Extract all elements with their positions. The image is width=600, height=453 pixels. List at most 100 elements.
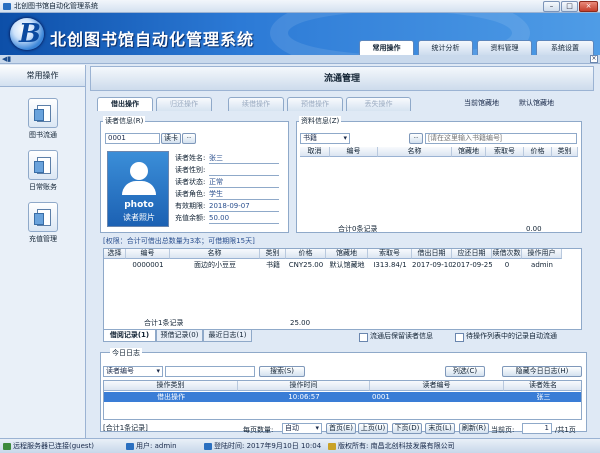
col-header[interactable]: 价格 <box>286 249 326 259</box>
server-status: 远程服务器已连接(guest) <box>3 439 94 453</box>
col-header[interactable]: 名称 <box>378 147 452 157</box>
page-size-select[interactable]: 自动 ▾ <box>282 423 322 434</box>
col-header[interactable]: 操作时间 <box>238 381 370 391</box>
person-body <box>122 181 156 195</box>
info-icon <box>328 442 336 450</box>
col-header[interactable]: 操作类别 <box>104 381 238 391</box>
tab-recent-log[interactable]: 最近日志(1) <box>203 330 252 342</box>
total-pages: /共1页 <box>555 426 576 434</box>
maximize-button[interactable]: □ <box>561 1 578 12</box>
col-header[interactable]: 操作用户 <box>522 249 562 259</box>
server-icon <box>3 442 11 450</box>
auto-circulate-checkbox[interactable]: 待操作列表中的记录自动流通 <box>455 332 557 342</box>
app-icon <box>3 3 11 10</box>
tab-return[interactable]: 归还操作 <box>156 97 212 111</box>
search-button[interactable]: 搜索(S) <box>259 366 305 377</box>
reader-balance-row: 充值余额: 50.00 <box>175 213 279 224</box>
col-header[interactable]: 编号 <box>126 249 170 259</box>
col-header[interactable]: 选择 <box>104 249 126 259</box>
book-number-input[interactable] <box>425 133 577 144</box>
recharge-icon <box>28 202 58 232</box>
col-header[interactable]: 借出日期 <box>412 249 452 259</box>
borrow-permission-note: [权限：合计可借出总数量为3本；可借期限15天] <box>103 237 255 245</box>
col-header[interactable]: 续借次数 <box>492 249 522 259</box>
close-panel-icon[interactable]: × <box>590 55 598 63</box>
first-page-button[interactable]: 首页(E) <box>326 423 356 434</box>
user-icon <box>126 442 134 450</box>
next-page-button[interactable]: 下页(D) <box>392 423 422 434</box>
tab-reserve[interactable]: 预借操作 <box>287 97 343 111</box>
col-header[interactable]: 名称 <box>170 249 260 259</box>
photo-subtext: 读者照片 <box>123 213 155 222</box>
dropdown-arrow-icon: ▾ <box>315 424 319 432</box>
col-header[interactable]: 应还日期 <box>452 249 492 259</box>
card-read-button[interactable]: 读卡 <box>161 133 181 144</box>
last-page-button[interactable]: 末页(L) <box>425 423 455 434</box>
user-status: 用户: admin <box>126 439 177 453</box>
tab-reserve-records[interactable]: 预借记录(0) <box>156 330 203 342</box>
nav-recharge[interactable]: 充值管理 <box>25 202 61 244</box>
current-page-input[interactable]: 1 <box>522 423 552 434</box>
reader-group-title: 读者信息(R) <box>103 116 146 126</box>
retain-reader-checkbox[interactable]: 流通后保留读者信息 <box>359 332 433 342</box>
nav-book-circulation[interactable]: 图书流通 <box>25 98 61 140</box>
column-select-button[interactable]: 列选(C) <box>445 366 485 377</box>
col-header[interactable]: 索取号 <box>486 147 524 157</box>
table-row[interactable]: 借出操作 10:06:57 0001 张三 <box>104 392 581 402</box>
material-table: 取消 编号 名称 馆藏地 索取号 价格 类别 合计0条记录 0.00 <box>300 147 578 233</box>
log-search-field-select[interactable]: 读者编号 ▾ <box>103 366 163 377</box>
material-type-select[interactable]: 书籍 ▾ <box>300 133 350 144</box>
tab-materials[interactable]: 资料管理 <box>477 40 532 55</box>
dropdown-arrow-icon: ▾ <box>343 134 347 142</box>
dropdown-arrow-icon: ▾ <box>156 367 160 375</box>
tab-renew[interactable]: 续借操作 <box>228 97 284 111</box>
library-value[interactable]: 默认馆藏地 <box>519 98 554 108</box>
book-circulation-icon <box>28 98 58 128</box>
close-button[interactable]: × <box>579 1 598 12</box>
material-group-title: 资料信息(Z) <box>299 116 342 126</box>
refresh-button[interactable]: 刷新(R) <box>459 423 489 434</box>
window-titlebar: 北创图书馆自动化管理系统 – □ × <box>0 0 600 13</box>
col-header[interactable]: 馆藏地 <box>326 249 368 259</box>
col-header[interactable]: 读者姓名 <box>504 381 581 391</box>
reader-more-button[interactable]: ·· <box>182 133 196 144</box>
prev-page-button[interactable]: 上页(U) <box>358 423 388 434</box>
col-header[interactable]: 价格 <box>524 147 552 157</box>
tab-borrow[interactable]: 借出操作 <box>97 97 153 111</box>
logo: B <box>10 18 44 50</box>
reader-role-row: 读者角色: 学生 <box>175 189 279 200</box>
log-count: [合计1条记录] <box>103 424 148 432</box>
reader-status-value: 正常 <box>209 177 279 188</box>
table-row[interactable]: 0000001 面边的小豆豆 书籍 CNY25.00 默认馆藏地 I313.84… <box>104 260 581 270</box>
window-title: 北创图书馆自动化管理系统 <box>14 2 98 10</box>
reader-gender-row: 读者性别: <box>175 165 279 176</box>
tab-settings[interactable]: 系统设置 <box>536 40 594 55</box>
daily-accounts-icon <box>28 150 58 180</box>
log-search-input[interactable] <box>165 366 255 377</box>
log-group-title: 今日日志 <box>110 348 142 358</box>
minimize-button[interactable]: – <box>543 1 560 12</box>
reader-gender-value <box>209 165 279 176</box>
nav-daily-accounts[interactable]: 日常账务 <box>25 150 61 192</box>
tab-common-ops[interactable]: 常用操作 <box>359 40 414 55</box>
col-header[interactable]: 类别 <box>260 249 286 259</box>
hide-log-button[interactable]: 隐藏今日日志(H) <box>502 366 582 377</box>
col-header[interactable]: 类别 <box>552 147 578 157</box>
status-bar: 远程服务器已连接(guest) 用户: admin 登陆时间: 2017年9月1… <box>0 438 600 453</box>
tab-borrow-records[interactable]: 借阅记录(1) <box>103 330 156 342</box>
col-header[interactable]: 编号 <box>330 147 378 157</box>
material-more-button[interactable]: ·· <box>409 133 423 144</box>
app-header: B 北创图书馆自动化管理系统 常用操作 统计分析 资料管理 系统设置 <box>0 13 600 55</box>
collapse-arrow-icon[interactable]: ◀▮ <box>2 55 11 63</box>
col-header[interactable]: 索取号 <box>368 249 412 259</box>
tab-statistics[interactable]: 统计分析 <box>418 40 473 55</box>
library-label: 当前馆藏地 <box>464 99 499 107</box>
reader-card-input[interactable]: 0001 <box>105 133 160 144</box>
photo-text: photo <box>124 200 154 210</box>
page-size-label: 每页数量: <box>243 426 274 434</box>
tab-lost[interactable]: 丢失操作 <box>346 97 411 111</box>
col-header[interactable]: 读者编号 <box>370 381 504 391</box>
col-header[interactable]: 取消 <box>300 147 330 157</box>
copyright: 版权所有: 南昌北创科技发展有限公司 <box>328 439 455 453</box>
col-header[interactable]: 馆藏地 <box>452 147 486 157</box>
